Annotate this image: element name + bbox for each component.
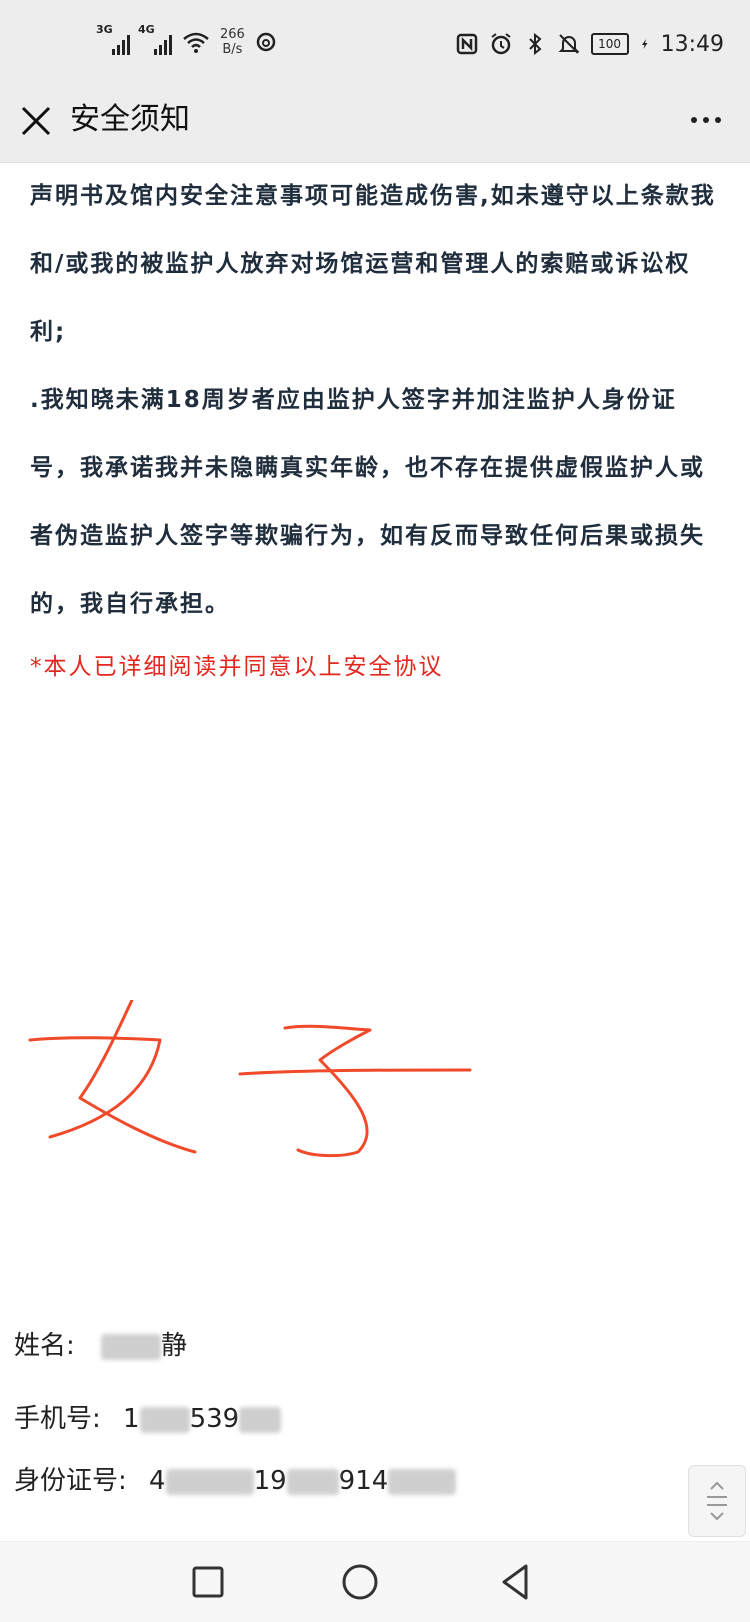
more-dot-icon: [691, 117, 697, 123]
id-part-2: 19: [253, 1466, 287, 1496]
arrow-down-icon: [710, 1512, 724, 1520]
bluetooth-icon: [528, 32, 542, 56]
mute-icon: [558, 34, 580, 54]
netease-icon: [256, 32, 276, 52]
battery-level: 100: [598, 37, 622, 51]
id-redacted: [286, 1468, 339, 1495]
title-bar: 安全须知: [0, 80, 750, 163]
close-button[interactable]: [18, 100, 54, 140]
signal-3g-icon: 3G: [96, 23, 130, 55]
status-left: 3G 4G 266 B/s: [96, 23, 277, 60]
id-redacted: [388, 1468, 457, 1495]
arrow-up-icon: [710, 1482, 724, 1490]
phone-redacted: [239, 1406, 282, 1433]
name-row: 姓名: 静: [14, 1325, 187, 1362]
page-title: 安全须知: [70, 102, 190, 137]
agreement-confirmation: *本人已详细阅读并同意以上安全协议: [30, 654, 444, 680]
nfc-icon: [456, 33, 477, 55]
status-right: 100 13:49: [455, 26, 724, 62]
clock: 13:49: [660, 31, 724, 57]
id-part-1: 4: [149, 1466, 166, 1496]
more-dot-icon: [715, 117, 721, 123]
agreement-content[interactable]: 声明书及馆内安全注意事项可能造成伤害,如未遵守以上条款我和/或我的被监护人放弃对…: [30, 162, 720, 692]
signal-3g-tag: 3G: [96, 23, 113, 36]
more-dot-icon: [703, 117, 709, 123]
speed-value: 266: [220, 27, 245, 42]
phone-redacted: [139, 1406, 190, 1433]
agreement-paragraph-1: 声明书及馆内安全注意事项可能造成伤害,如未遵守以上条款我和/或我的被监护人放弃对…: [30, 183, 716, 345]
name-redacted: [101, 1333, 162, 1360]
close-icon: [21, 106, 51, 136]
square-icon: [192, 1566, 224, 1598]
name-value: 静: [161, 1331, 188, 1361]
circle-icon: [342, 1564, 378, 1600]
battery-icon: 100: [590, 33, 629, 55]
phone-part-1: 1: [123, 1404, 140, 1434]
phone-part-2: 539: [189, 1404, 240, 1434]
id-label: 身份证号:: [14, 1466, 127, 1496]
triangle-back-icon: [502, 1564, 528, 1600]
scroll-handle[interactable]: [688, 1465, 746, 1537]
charging-icon: [641, 39, 648, 49]
id-redacted: [165, 1468, 254, 1495]
phone-label: 手机号:: [14, 1404, 101, 1434]
name-label: 姓名:: [14, 1331, 75, 1361]
alarm-icon: [490, 33, 511, 55]
status-bar: 3G 4G 266 B/s 100 13:49: [0, 0, 750, 80]
id-row: 身份证号: 4 19 914: [14, 1460, 457, 1497]
more-options-button[interactable]: [684, 100, 728, 140]
speed-unit: B/s: [222, 42, 243, 57]
signal-4g-tag: 4G: [138, 23, 155, 36]
phone-row: 手机号: 1 539: [14, 1398, 282, 1435]
id-part-3: 914: [338, 1466, 389, 1496]
signature-image: [28, 1000, 472, 1158]
wifi-icon: [183, 32, 209, 53]
home-button[interactable]: [338, 1560, 382, 1604]
recent-apps-button[interactable]: [186, 1560, 230, 1604]
navigation-bar: [0, 1541, 750, 1622]
network-speed: 266 B/s: [220, 27, 245, 57]
back-button[interactable]: [494, 1560, 538, 1604]
signal-4g-icon: 4G: [138, 23, 172, 55]
agreement-paragraph-2: .我知晓未满18周岁者应由监护人签字并加注监护人身份证号，我承诺我并未隐瞒真实年…: [30, 387, 705, 617]
